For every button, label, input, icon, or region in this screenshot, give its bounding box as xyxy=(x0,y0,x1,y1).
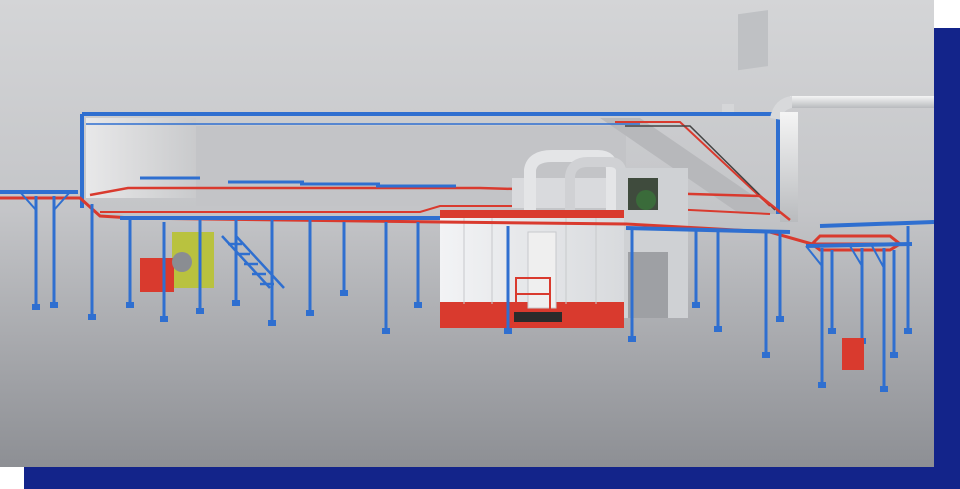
control-cabinet xyxy=(842,338,864,370)
duct-fan-box xyxy=(738,10,768,71)
blower-fan xyxy=(172,252,192,272)
booth-roof-trim xyxy=(440,210,624,218)
blower-housing xyxy=(140,258,174,292)
booth-filter-panel xyxy=(628,252,668,318)
booth-platform-base xyxy=(514,312,562,322)
coating-line-illustration xyxy=(0,0,934,467)
duct-vertical xyxy=(780,112,798,222)
render-area xyxy=(0,0,934,467)
duct-small-box xyxy=(722,104,734,112)
duct-horizontal xyxy=(790,96,934,108)
booth-filter-cyclone xyxy=(636,190,656,210)
booth-opening xyxy=(527,231,557,309)
oven-back-wall xyxy=(86,118,196,198)
